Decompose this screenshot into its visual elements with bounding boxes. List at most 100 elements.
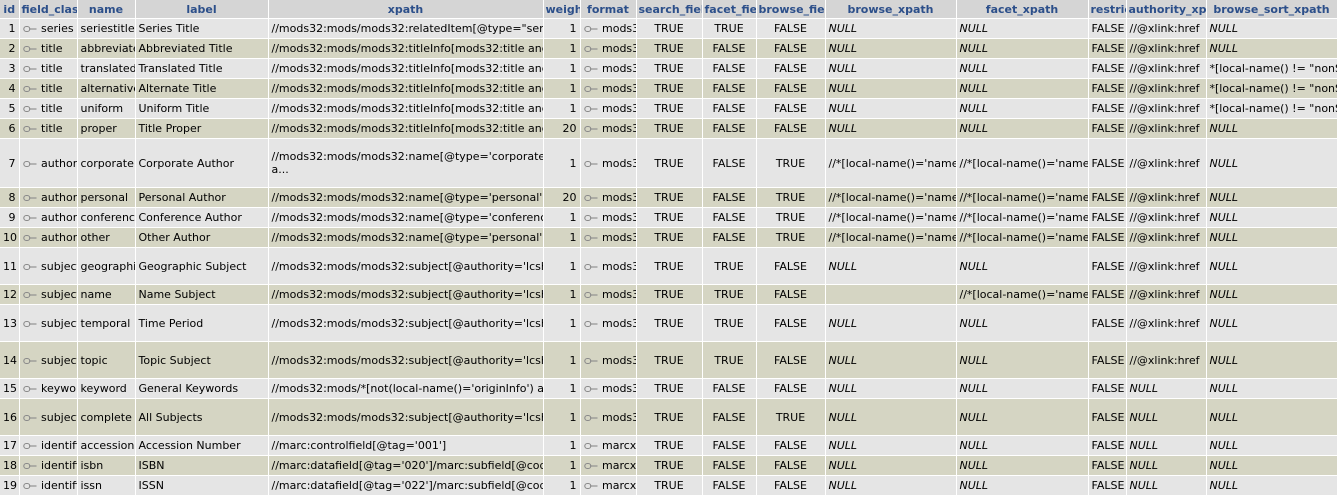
cell-browse-xpath[interactable]: NULL — [825, 378, 957, 399]
cell-id[interactable]: 7 — [0, 138, 20, 188]
cell-weight[interactable]: 1 — [543, 38, 581, 59]
cell-label[interactable]: ISBN — [135, 455, 269, 476]
cell-field-class[interactable]: keyword — [19, 378, 78, 399]
cell-name[interactable]: issn — [77, 475, 136, 496]
cell-browse-sort-xpath[interactable]: NULL — [1206, 435, 1337, 456]
cell-facet-xpath[interactable]: NULL — [956, 38, 1089, 59]
cell-xpath[interactable]: //mods32:mods/mods32:subject[@authority=… — [268, 341, 544, 379]
cell-id[interactable]: 11 — [0, 247, 20, 285]
link-icon[interactable] — [22, 414, 37, 422]
cell-browse-xpath[interactable]: NULL — [825, 398, 957, 436]
link-icon[interactable] — [22, 160, 37, 168]
cell-xpath[interactable]: //mods32:mods/mods32:name[@type='confere… — [268, 207, 544, 228]
cell-xpath[interactable]: //mods32:mods/mods32:subject[@authority=… — [268, 284, 544, 305]
cell-authority-xpath[interactable]: //@xlink:href — [1126, 207, 1207, 228]
cell-browse-sort-xpath[interactable]: NULL — [1206, 378, 1337, 399]
link-icon[interactable] — [22, 442, 37, 450]
cell-browse-sort-xpath[interactable]: NULL — [1206, 138, 1337, 188]
cell-format[interactable]: mods32 — [580, 18, 637, 39]
cell-format[interactable]: mods32 — [580, 398, 637, 436]
cell-browse-field[interactable]: FALSE — [756, 247, 826, 285]
cell-browse-xpath[interactable]: NULL — [825, 455, 957, 476]
cell-weight[interactable]: 1 — [543, 18, 581, 39]
table-row[interactable]: 5 title uniform Uniform Title //mods32:mods… — [0, 98, 1337, 119]
cell-name[interactable]: uniform — [77, 98, 136, 119]
link-icon[interactable] — [583, 442, 598, 450]
cell-browse-sort-xpath[interactable]: NULL — [1206, 187, 1337, 208]
cell-field-class[interactable]: identifier — [19, 435, 78, 456]
cell-restrict[interactable]: FALSE — [1088, 284, 1127, 305]
link-icon[interactable] — [22, 357, 37, 365]
cell-format[interactable]: mods32 — [580, 378, 637, 399]
table-row[interactable]: 8 author personal Personal Author //mods32:… — [0, 187, 1337, 208]
cell-restrict[interactable]: FALSE — [1088, 78, 1127, 99]
cell-browse-field[interactable]: TRUE — [756, 398, 826, 436]
cell-restrict[interactable]: FALSE — [1088, 398, 1127, 436]
cell-id[interactable]: 13 — [0, 304, 20, 342]
cell-search-field[interactable]: TRUE — [636, 227, 703, 248]
cell-id[interactable]: 3 — [0, 58, 20, 79]
cell-name[interactable]: other — [77, 227, 136, 248]
cell-facet-field[interactable]: TRUE — [702, 341, 757, 379]
table-row[interactable]: 10 author other Other Author //mods32:mods/… — [0, 227, 1337, 248]
cell-weight[interactable]: 1 — [543, 304, 581, 342]
link-icon[interactable] — [22, 25, 37, 33]
cell-id[interactable]: 16 — [0, 398, 20, 436]
cell-restrict[interactable]: FALSE — [1088, 378, 1127, 399]
cell-authority-xpath[interactable]: //@xlink:href — [1126, 341, 1207, 379]
cell-weight[interactable]: 1 — [543, 207, 581, 228]
table-row[interactable]: 9 authorconferenceConference Author //mod… — [0, 207, 1337, 228]
cell-weight[interactable]: 1 — [543, 247, 581, 285]
cell-facet-field[interactable]: TRUE — [702, 284, 757, 305]
cell-name[interactable]: personal — [77, 187, 136, 208]
cell-restrict[interactable]: FALSE — [1088, 207, 1127, 228]
cell-browse-sort-xpath[interactable]: NULL — [1206, 341, 1337, 379]
cell-label[interactable]: All Subjects — [135, 398, 269, 436]
link-icon[interactable] — [583, 234, 598, 242]
cell-format[interactable]: mods32 — [580, 138, 637, 188]
cell-restrict[interactable]: FALSE — [1088, 138, 1127, 188]
cell-name[interactable]: translated — [77, 58, 136, 79]
cell-search-field[interactable]: TRUE — [636, 58, 703, 79]
cell-facet-xpath[interactable]: NULL — [956, 78, 1089, 99]
table-row[interactable]: 6 title proper Title Proper //mods32:mods/m… — [0, 118, 1337, 139]
table-row[interactable]: 19 identifier issn ISSN //marc:datafield[@t… — [0, 475, 1337, 496]
column-header-browse-sort-xpath[interactable]: browse_sort_xpath — [1206, 0, 1337, 19]
cell-browse-field[interactable]: TRUE — [756, 138, 826, 188]
cell-authority-xpath[interactable]: //@xlink:href — [1126, 98, 1207, 119]
cell-facet-xpath[interactable]: //*[local-name()='namePart'] — [956, 187, 1089, 208]
column-header-label[interactable]: label — [135, 0, 269, 19]
cell-authority-xpath[interactable]: //@xlink:href — [1126, 18, 1207, 39]
column-header-name[interactable]: name — [77, 0, 136, 19]
cell-field-class[interactable]: title — [19, 38, 78, 59]
cell-browse-sort-xpath[interactable]: *[local-name() != "nonSort"] — [1206, 78, 1337, 99]
cell-name[interactable]: complete — [77, 398, 136, 436]
link-icon[interactable] — [22, 214, 37, 222]
link-icon[interactable] — [583, 160, 598, 168]
cell-weight[interactable]: 1 — [543, 58, 581, 79]
cell-id[interactable]: 2 — [0, 38, 20, 59]
cell-search-field[interactable]: TRUE — [636, 78, 703, 99]
cell-search-field[interactable]: TRUE — [636, 98, 703, 119]
cell-facet-xpath[interactable]: NULL — [956, 475, 1089, 496]
cell-xpath[interactable]: //mods32:mods/mods32:titleInfo[mods32:ti… — [268, 78, 544, 99]
cell-browse-xpath[interactable]: NULL — [825, 78, 957, 99]
column-header-id[interactable]: id — [0, 0, 20, 19]
cell-facet-xpath[interactable]: NULL — [956, 118, 1089, 139]
link-icon[interactable] — [22, 320, 37, 328]
cell-field-class[interactable]: subject — [19, 398, 78, 436]
cell-search-field[interactable]: TRUE — [636, 118, 703, 139]
cell-browse-sort-xpath[interactable]: NULL — [1206, 118, 1337, 139]
cell-field-class[interactable]: title — [19, 78, 78, 99]
cell-browse-field[interactable]: FALSE — [756, 18, 826, 39]
cell-search-field[interactable]: TRUE — [636, 398, 703, 436]
cell-browse-sort-xpath[interactable]: NULL — [1206, 207, 1337, 228]
cell-name[interactable]: conference — [77, 207, 136, 228]
table-row[interactable]: 11 subjectgeographicGeographic Subject //… — [0, 247, 1337, 285]
cell-name[interactable]: seriestitle — [77, 18, 136, 39]
cell-id[interactable]: 10 — [0, 227, 20, 248]
cell-xpath[interactable]: //marc:controlfield[@tag='001'] — [268, 435, 544, 456]
cell-search-field[interactable]: TRUE — [636, 284, 703, 305]
cell-authority-xpath[interactable]: NULL — [1126, 435, 1207, 456]
cell-label[interactable]: Name Subject — [135, 284, 269, 305]
